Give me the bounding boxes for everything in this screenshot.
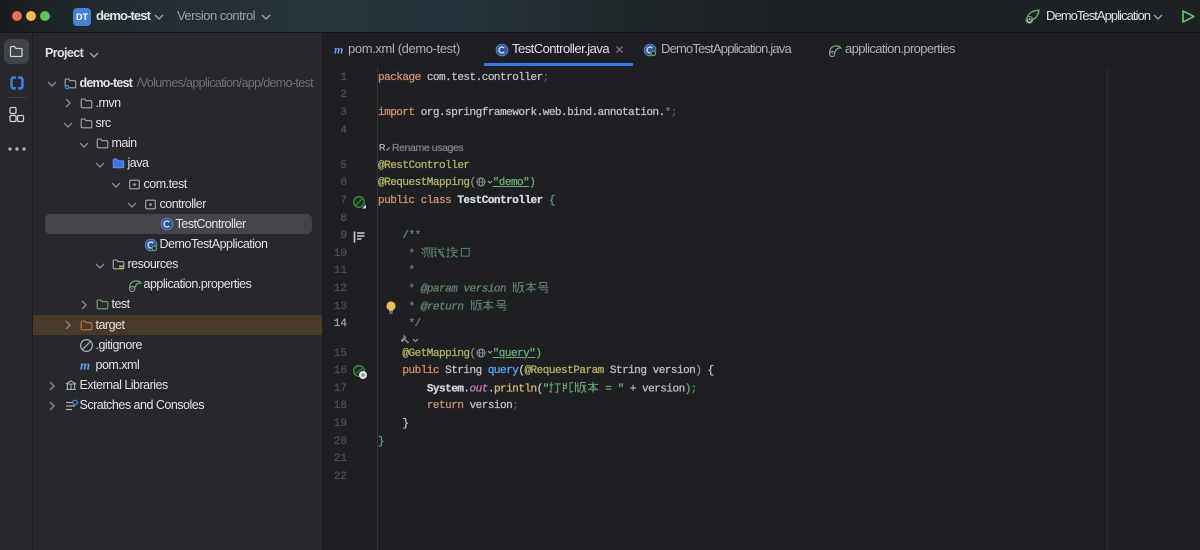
svg-text:m: m <box>80 359 90 372</box>
svg-text:m: m <box>334 44 343 55</box>
svg-text:R: R <box>379 143 386 153</box>
